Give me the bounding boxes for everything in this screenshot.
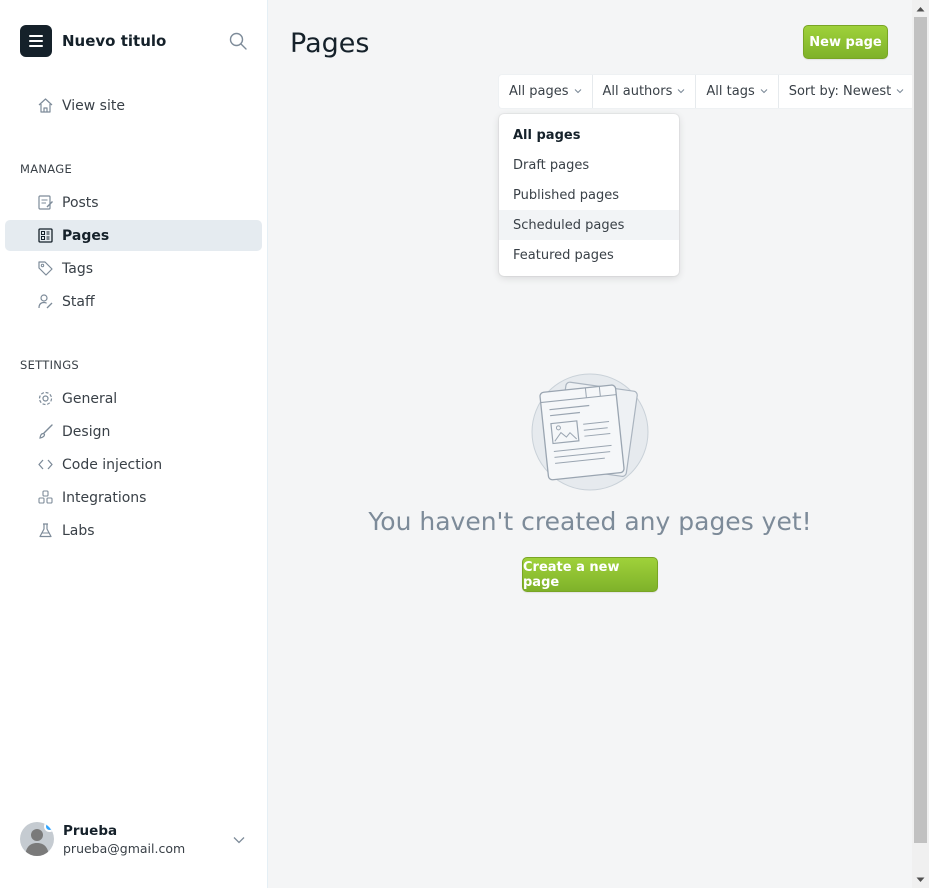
page-type-dropdown: All pages Draft pages Published pages Sc… [499,114,679,276]
brand-logo-icon [20,25,52,57]
avatar [20,822,54,856]
dropdown-option-published-pages[interactable]: Published pages [499,180,679,210]
scroll-down-icon[interactable] [912,871,929,888]
dropdown-option-draft-pages[interactable]: Draft pages [499,150,679,180]
code-icon [36,456,54,474]
sidebar-item-code-injection[interactable]: Code injection [5,449,262,480]
user-menu[interactable]: Prueba prueba@gmail.com [20,820,250,858]
scroll-up-icon[interactable] [912,0,929,17]
dropdown-option-all-pages[interactable]: All pages [499,120,679,150]
home-icon [36,97,54,115]
chevron-down-icon [574,84,582,99]
sidebar-item-label: Labs [62,522,95,539]
brand-title: Nuevo titulo [62,32,167,50]
sidebar-item-integrations[interactable]: Integrations [5,482,262,513]
sidebar-item-label: Tags [62,260,93,277]
sidebar-item-general[interactable]: General [5,383,262,414]
sidebar-item-staff[interactable]: Staff [5,286,262,317]
filter-tag-select[interactable]: All tags [696,75,779,108]
pages-icon [36,227,54,245]
page-title: Pages [290,28,370,59]
sidebar: Nuevo titulo View site MANAGE Posts Page… [0,0,268,888]
search-icon[interactable] [228,31,248,51]
filter-label: All pages [509,84,569,99]
sidebar-item-label: Posts [62,194,99,211]
sort-order-select[interactable]: Sort by: Newest [779,75,915,108]
settings-heading: SETTINGS [20,358,80,372]
tag-icon [36,260,54,278]
chevron-down-icon [760,84,768,99]
sidebar-item-label: Pages [62,227,110,244]
filter-label: Sort by: Newest [788,84,892,99]
filter-label: All tags [706,84,755,99]
filter-type-select[interactable]: All pages [499,75,593,108]
manage-heading: MANAGE [20,162,73,176]
sidebar-item-label: General [62,390,118,407]
empty-pages-illustration-icon [530,372,650,492]
sidebar-item-pages[interactable]: Pages [5,220,262,251]
create-new-page-button[interactable]: Create a new page [522,557,658,592]
sidebar-item-label: Design [62,423,111,440]
staff-icon [36,293,54,311]
integrations-icon [36,489,54,507]
chevron-down-icon[interactable] [232,832,246,851]
online-status-icon [44,822,54,832]
scrollbar-thumb[interactable] [914,17,927,843]
sidebar-item-label: View site [62,97,125,114]
sidebar-item-labs[interactable]: Labs [5,515,262,546]
sidebar-item-design[interactable]: Design [5,416,262,447]
sidebar-item-view-site[interactable]: View site [5,90,262,121]
posts-icon [36,194,54,212]
dropdown-option-scheduled-pages[interactable]: Scheduled pages [499,210,679,240]
filter-label: All authors [602,84,673,99]
brand[interactable]: Nuevo titulo [20,25,166,57]
chevron-down-icon [896,84,904,99]
user-name: Prueba [63,822,118,839]
gear-icon [36,390,54,408]
scrollbar[interactable] [912,0,929,888]
dropdown-option-featured-pages[interactable]: Featured pages [499,240,679,270]
sidebar-item-label: Integrations [62,489,147,506]
flask-icon [36,522,54,540]
sidebar-item-posts[interactable]: Posts [5,187,262,218]
brush-icon [36,423,54,441]
sidebar-item-label: Code injection [62,456,163,473]
filter-bar: All pages All authors All tags Sort by: … [499,75,915,108]
filter-author-select[interactable]: All authors [593,75,697,108]
chevron-down-icon [677,84,685,99]
empty-state-message: You haven't created any pages yet! [368,507,812,536]
user-email: prueba@gmail.com [63,840,186,856]
new-page-button[interactable]: New page [803,25,888,59]
sidebar-item-label: Staff [62,293,95,310]
sidebar-item-tags[interactable]: Tags [5,253,262,284]
